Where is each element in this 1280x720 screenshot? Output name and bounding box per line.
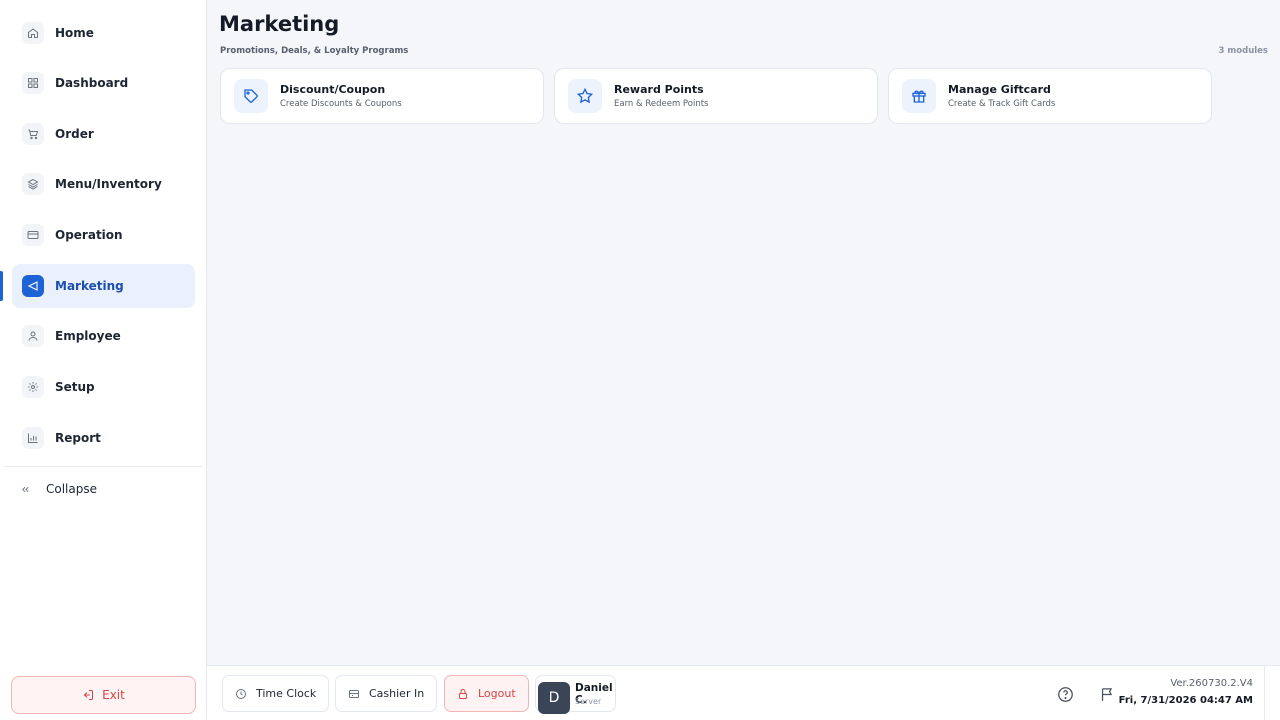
exit-label: Exit [102,688,125,702]
sidebar-item-order[interactable]: Order [12,112,195,156]
card-discount-coupon[interactable]: Discount/Coupon Create Discounts & Coupo… [220,68,544,124]
register-icon [348,688,360,700]
sidebar-item-label: Setup [55,380,95,394]
sidebar-item-employee[interactable]: Employee [12,314,195,358]
lock-icon [457,688,469,700]
collapse-button[interactable]: Collapse [12,476,195,502]
flag-icon[interactable] [1097,684,1117,704]
card-subtitle: Create Discounts & Coupons [280,99,402,109]
star-icon [568,79,602,113]
sidebar-item-marketing[interactable]: Marketing [12,264,195,308]
card-title: Manage Giftcard [948,83,1051,96]
card-reward-points[interactable]: Reward Points Earn & Redeem Points [554,68,878,124]
card-text: Discount/Coupon Create Discounts & Coupo… [280,83,402,109]
chevrons-left-icon [16,480,34,498]
sidebar-divider [4,466,202,467]
module-count: 3 modules [1218,46,1268,56]
tag-icon [234,79,268,113]
card-subtitle: Earn & Redeem Points [614,99,709,109]
user-profile[interactable]: D Daniel C. Server [535,675,616,714]
gift-icon [902,79,936,113]
time-clock-label: Time Clock [256,687,317,700]
sidebar-item-label: Employee [55,329,121,343]
sidebar-item-label: Report [55,431,101,445]
exit-icon [82,689,94,701]
sidebar-item-operation[interactable]: Operation [12,213,195,257]
scrollbar[interactable] [1264,666,1280,720]
logout-label: Logout [478,687,516,700]
sidebar-item-setup[interactable]: Setup [12,365,195,409]
sidebar-item-label: Marketing [55,279,124,293]
grid-icon [22,72,44,94]
card-manage-giftcard[interactable]: Manage Giftcard Create & Track Gift Card… [888,68,1212,124]
home-icon [22,22,44,44]
active-indicator [0,271,3,301]
cashier-in-button[interactable]: Cashier In [335,675,438,712]
avatar: D [538,682,570,714]
layers-icon [22,173,44,195]
exit-button[interactable]: Exit [11,676,196,714]
card-icon [22,224,44,246]
sidebar-item-home[interactable]: Home [12,11,195,55]
card-title: Reward Points [614,83,704,96]
sidebar-item-dashboard[interactable]: Dashboard [12,61,195,105]
version-text: Ver.260730.2.V4 [1170,678,1253,689]
sidebar-item-label: Operation [55,228,123,242]
sidebar-item-report[interactable]: Report [12,416,195,460]
card-subtitle: Create & Track Gift Cards [948,99,1056,109]
card-text: Manage Giftcard Create & Track Gift Card… [948,83,1055,109]
bar-chart-icon [22,427,44,449]
cashier-in-label: Cashier In [369,687,425,700]
user-icon [22,325,44,347]
page-title: Marketing [219,12,340,36]
clock-icon [235,688,247,700]
page-subtitle: Promotions, Deals, & Loyalty Programs [220,46,409,56]
gear-icon [22,376,44,398]
sidebar-item-label: Dashboard [55,76,129,90]
megaphone-icon [22,275,44,297]
sidebar-item-label: Home [55,26,94,40]
help-icon[interactable] [1055,684,1075,704]
sidebar-item-menu-inventory[interactable]: Menu/Inventory [12,162,195,206]
card-title: Discount/Coupon [280,83,386,96]
collapse-label: Collapse [46,482,97,496]
user-role: Server [575,697,602,706]
footer-bar: Time Clock Cashier In Logout D Daniel C.… [207,665,1280,720]
time-clock-button[interactable]: Time Clock [222,675,330,712]
logout-button[interactable]: Logout [444,675,529,712]
card-text: Reward Points Earn & Redeem Points [614,83,708,109]
sidebar-item-label: Order [55,127,94,141]
sidebar-item-label: Menu/Inventory [55,177,162,191]
sidebar: Home Dashboard Order Menu/Inventory Oper… [0,0,207,720]
cart-icon [22,123,44,145]
datetime-text: Fri, 7/31/2026 04:47 AM [1118,695,1253,706]
